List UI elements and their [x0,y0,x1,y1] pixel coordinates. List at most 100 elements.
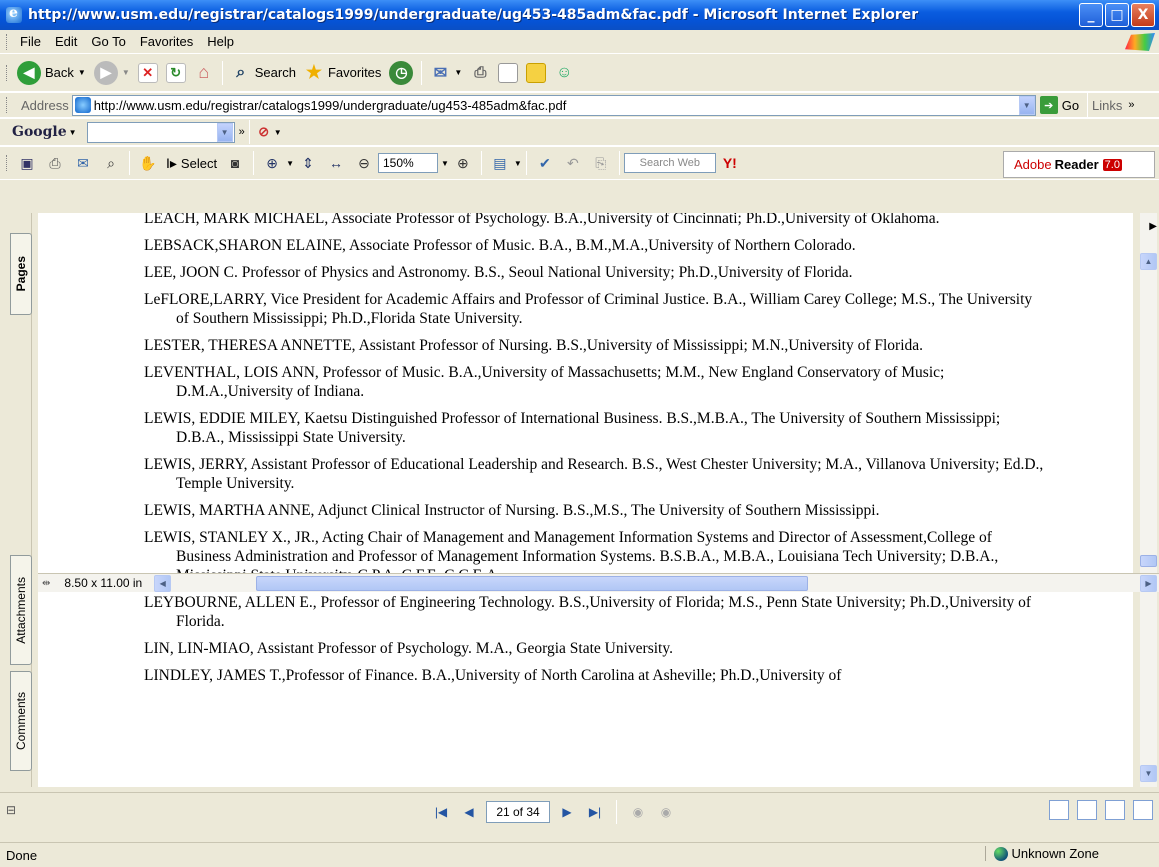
tab-pages[interactable]: Pages [10,233,32,315]
faculty-entry: LINDLEY, JAMES T.,Professor of Finance. … [144,667,842,684]
favorites-button[interactable]: ★ Favorites [300,58,385,88]
scroll-up-button[interactable]: ▲ [1140,253,1157,270]
scroll-left-button[interactable]: ◀ [154,574,172,592]
edit-page-icon [498,62,519,83]
vertical-scroll-thumb[interactable] [1140,555,1157,567]
continuous-facing-layout-icon[interactable] [1133,800,1153,820]
tab-comments[interactable]: Comments [10,671,32,771]
yahoo-icon[interactable]: Y! [719,152,741,174]
search-button[interactable]: ⌕ Search [227,58,300,88]
undo-icon[interactable]: ↶ [562,152,584,174]
address-dropdown-icon[interactable]: ▼ [1018,95,1035,115]
print-button[interactable]: ⎙ [466,58,494,88]
toolbar-grip[interactable] [6,33,9,50]
collapse-icon[interactable]: ⊟ [6,803,16,817]
single-page-layout-icon[interactable] [1049,800,1069,820]
search-web-input[interactable]: Search Web [623,153,716,173]
zoom-in-icon[interactable]: ⊕ [261,152,283,174]
stop-button[interactable]: ✕ [134,58,162,88]
previous-view-button[interactable]: ◉ [627,801,649,823]
continuous-layout-icon[interactable] [1077,800,1097,820]
maximize-button[interactable]: □ [1105,3,1129,27]
separator [421,60,423,85]
zoom-out-icon[interactable]: ⊖ [353,152,375,174]
adobe-brand-text: Adobe [1014,157,1052,172]
next-view-button[interactable]: ◉ [655,801,677,823]
back-button[interactable]: ◀ Back ▼ [13,58,90,88]
search-dropdown-icon[interactable]: ▼ [216,122,233,142]
find-icon[interactable]: ⌕ [100,152,122,174]
chevron-right-icon[interactable]: » [239,126,245,138]
messenger-icon: ☺ [556,63,573,81]
history-button[interactable]: ◷ [385,58,417,88]
window-title: http://www.usm.edu/registrar/catalogs199… [28,7,919,23]
last-page-button[interactable]: ▶| [584,801,606,823]
chevron-down-icon[interactable]: ▼ [286,159,294,168]
hand-tool-icon[interactable]: ✋ [137,152,159,174]
toolbar-grip[interactable] [6,64,9,81]
menu-favorites[interactable]: Favorites [133,34,200,49]
menu-file[interactable]: File [13,34,48,49]
popup-blocker-icon[interactable]: ⊘ [254,122,274,142]
expand-panel-icon[interactable]: ▶ [1149,221,1157,232]
edit-button[interactable] [494,58,522,88]
email-icon[interactable]: ✉ [72,152,94,174]
chevron-right-icon[interactable]: » [1128,99,1134,111]
zoom-input[interactable]: 150% [377,153,438,173]
google-logo[interactable]: Google [12,124,67,140]
chevron-down-icon[interactable]: ▼ [441,159,449,168]
toolbar-grip[interactable] [6,97,9,113]
links-button[interactable]: Links [1092,98,1122,113]
minimize-button[interactable]: _ [1079,3,1103,27]
globe-icon [993,846,1008,861]
chevron-down-icon[interactable]: ▼ [69,128,77,137]
zoom-plus-icon[interactable]: ⊕ [452,152,474,174]
security-zone: Unknown Zone [984,846,1099,861]
split-handle-icon[interactable]: ⇹ [42,578,50,589]
vertical-scrollbar[interactable]: ▲ ▼ [1140,213,1157,787]
menu-help[interactable]: Help [200,34,241,49]
printer-icon[interactable]: ⎙ [44,152,66,174]
tab-attachments[interactable]: Attachments [10,555,32,665]
next-page-button[interactable]: ▶ [556,801,578,823]
facing-layout-icon[interactable] [1105,800,1125,820]
chevron-down-icon: ▼ [454,68,463,77]
home-button[interactable]: ⌂ [190,58,218,88]
forward-button[interactable]: ▶ ▼ [90,58,134,88]
address-input[interactable]: http://www.usm.edu/registrar/catalogs199… [71,94,1036,116]
chevron-down-icon[interactable]: ▼ [274,128,282,137]
save-icon[interactable]: ▣ [16,152,38,174]
fit-width-icon[interactable]: ↔ [325,152,347,174]
close-button[interactable]: X [1131,3,1155,27]
status-text: Done [6,847,38,863]
mail-button[interactable]: ✉ ▼ [426,58,466,88]
chevron-down-icon[interactable]: ▼ [514,159,522,168]
address-label: Address [21,97,69,113]
messenger-button[interactable]: ☺ [550,58,578,88]
menu-edit[interactable]: Edit [48,34,84,49]
previous-page-button[interactable]: ◀ [458,801,480,823]
scroll-right-button[interactable]: ▶ [1140,575,1157,592]
faculty-entry: LeFLORE,LARRY, Vice President for Academ… [144,291,1033,327]
spellcheck-icon[interactable]: ✔ [534,152,556,174]
go-button[interactable]: ➔ Go [1036,90,1083,120]
google-search-input[interactable]: ▼ [86,121,235,143]
go-label: Go [1061,97,1080,113]
copy-icon[interactable]: ⎘ [590,152,612,174]
page-layout-icon[interactable]: ▤ [489,152,511,174]
select-tool-button[interactable]: I▸ Select [162,148,221,178]
stop-icon: ✕ [137,62,158,83]
faculty-entry: LEWIS, JERRY, Assistant Professor of Edu… [144,456,1044,492]
page-number-input[interactable]: 21 of 34 [486,801,550,823]
discuss-button[interactable] [522,58,550,88]
menu-bar: File Edit Go To Favorites Help [0,30,1159,54]
actual-size-icon[interactable]: ⇕ [297,152,319,174]
snapshot-icon[interactable]: ◙ [224,152,246,174]
horizontal-scroll-thumb[interactable] [256,576,808,591]
menu-goto[interactable]: Go To [84,34,132,49]
first-page-button[interactable]: |◀ [430,801,452,823]
toolbar-grip[interactable] [6,155,9,171]
refresh-button[interactable]: ↻ [162,58,190,88]
faculty-entry: LESTER, THERESA ANNETTE, Assistant Profe… [144,337,924,354]
scroll-down-button[interactable]: ▼ [1140,765,1157,782]
